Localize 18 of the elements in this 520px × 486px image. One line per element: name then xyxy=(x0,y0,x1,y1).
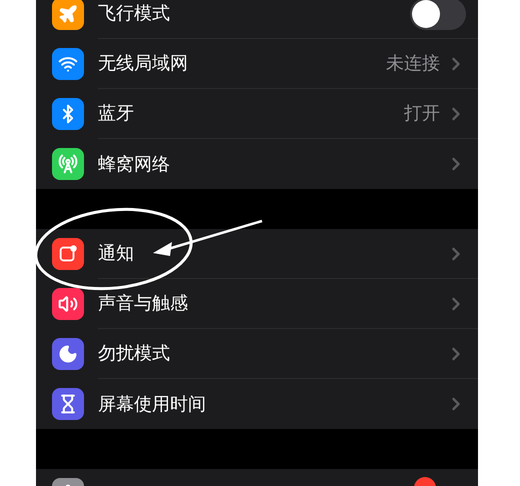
settings-row[interactable]: 无线局域网 未连接 xyxy=(36,39,478,89)
row-label: 蜂窝网络 xyxy=(98,152,170,176)
settings-row[interactable]: 蓝牙 打开 xyxy=(36,89,478,139)
row-label: 声音与触感 xyxy=(98,292,188,316)
row-value: 未连接 xyxy=(386,52,440,76)
settings-row[interactable]: 勿扰模式 xyxy=(36,329,478,379)
settings-row[interactable]: 蜂窝网络 xyxy=(36,139,478,189)
settings-row[interactable]: 屏幕使用时间 xyxy=(36,379,478,429)
row-label: 无线局域网 xyxy=(98,52,188,76)
row-value: 打开 xyxy=(404,102,440,126)
settings-row[interactable]: 飞行模式 xyxy=(36,0,478,39)
row-label: 勿扰模式 xyxy=(98,342,170,366)
row-label: 蓝牙 xyxy=(98,102,134,126)
row-label: 通知 xyxy=(98,242,134,266)
settings-row[interactable]: 声音与触感 xyxy=(36,279,478,329)
row-label: 飞行模式 xyxy=(98,2,170,26)
row-label: 屏幕使用时间 xyxy=(98,392,206,416)
settings-row[interactable]: 通知 xyxy=(36,229,478,279)
